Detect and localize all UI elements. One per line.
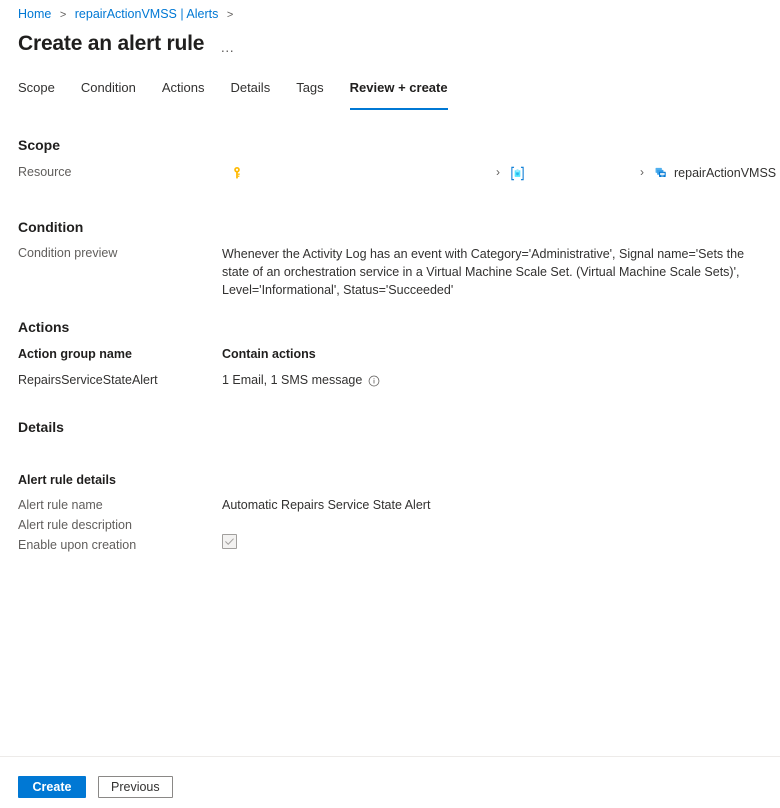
resource-chain-resource-group[interactable] xyxy=(510,164,530,182)
virtual-machine-scale-set-icon xyxy=(654,166,669,180)
details-section-heading: Details xyxy=(18,419,64,435)
alert-rule-details-subheading: Alert rule details xyxy=(18,473,116,487)
more-options-icon[interactable]: … xyxy=(216,38,239,56)
breadcrumb-item-alerts[interactable]: repairActionVMSS | Alerts xyxy=(75,7,219,21)
contain-actions-cell: 1 Email, 1 SMS message xyxy=(222,372,380,389)
tab-details[interactable]: Details xyxy=(230,80,270,110)
tab-tags[interactable]: Tags xyxy=(296,80,323,110)
resource-breadcrumb-chain: › › repairActionVMSS xyxy=(18,164,776,182)
actions-column-header-group-name: Action group name xyxy=(18,347,132,361)
footer-actions: Create Previous xyxy=(18,776,173,798)
condition-section-heading: Condition xyxy=(18,219,84,235)
enable-upon-creation-checkbox xyxy=(222,534,237,550)
tab-scope[interactable]: Scope xyxy=(18,80,55,110)
scope-section-heading: Scope xyxy=(18,137,61,153)
footer-divider xyxy=(0,756,780,757)
create-button[interactable]: Create xyxy=(18,776,86,798)
page-title: Create an alert rule xyxy=(18,32,205,55)
subscription-key-icon xyxy=(230,166,244,180)
resource-chain-vmss[interactable]: repairActionVMSS xyxy=(654,164,776,182)
info-icon[interactable] xyxy=(368,375,380,387)
condition-preview-label: Condition preview xyxy=(18,246,118,260)
tab-condition[interactable]: Condition xyxy=(81,80,136,110)
action-group-name-value: RepairsServiceStateAlert xyxy=(18,373,158,387)
alert-rule-name-value: Automatic Repairs Service State Alert xyxy=(222,498,431,512)
enable-upon-creation-label: Enable upon creation xyxy=(18,538,137,552)
resource-chain-separator-icon: › xyxy=(640,165,644,179)
resource-chain-separator-icon: › xyxy=(496,165,500,179)
previous-button[interactable]: Previous xyxy=(98,776,173,798)
resource-chain-subscription[interactable] xyxy=(230,164,249,182)
breadcrumb: Home > repairActionVMSS | Alerts > xyxy=(0,0,780,23)
scope-resource-row: Resource › › repairActionVMSS xyxy=(18,164,776,182)
wizard-tabs: Scope Condition Actions Details Tags Rev… xyxy=(0,80,780,110)
resource-group-icon xyxy=(510,166,525,181)
contain-actions-value: 1 Email, 1 SMS message xyxy=(222,373,363,387)
checkbox-checked-disabled xyxy=(222,534,237,549)
page-title-row: Create an alert rule … xyxy=(0,23,780,57)
tab-review-create[interactable]: Review + create xyxy=(349,80,448,110)
actions-column-header-contain-actions: Contain actions xyxy=(222,347,316,361)
resource-chain-vmss-label: repairActionVMSS xyxy=(674,166,777,180)
alert-rule-description-label: Alert rule description xyxy=(18,518,132,532)
breadcrumb-separator-icon: > xyxy=(59,9,67,21)
breadcrumb-separator-icon: > xyxy=(226,9,234,21)
alert-rule-name-label: Alert rule name xyxy=(18,498,103,512)
actions-section-heading: Actions xyxy=(18,319,70,335)
condition-preview-text: Whenever the Activity Log has an event w… xyxy=(222,247,745,297)
tab-actions[interactable]: Actions xyxy=(162,80,205,110)
checkmark-icon xyxy=(225,538,234,545)
breadcrumb-item-home[interactable]: Home xyxy=(18,7,51,21)
